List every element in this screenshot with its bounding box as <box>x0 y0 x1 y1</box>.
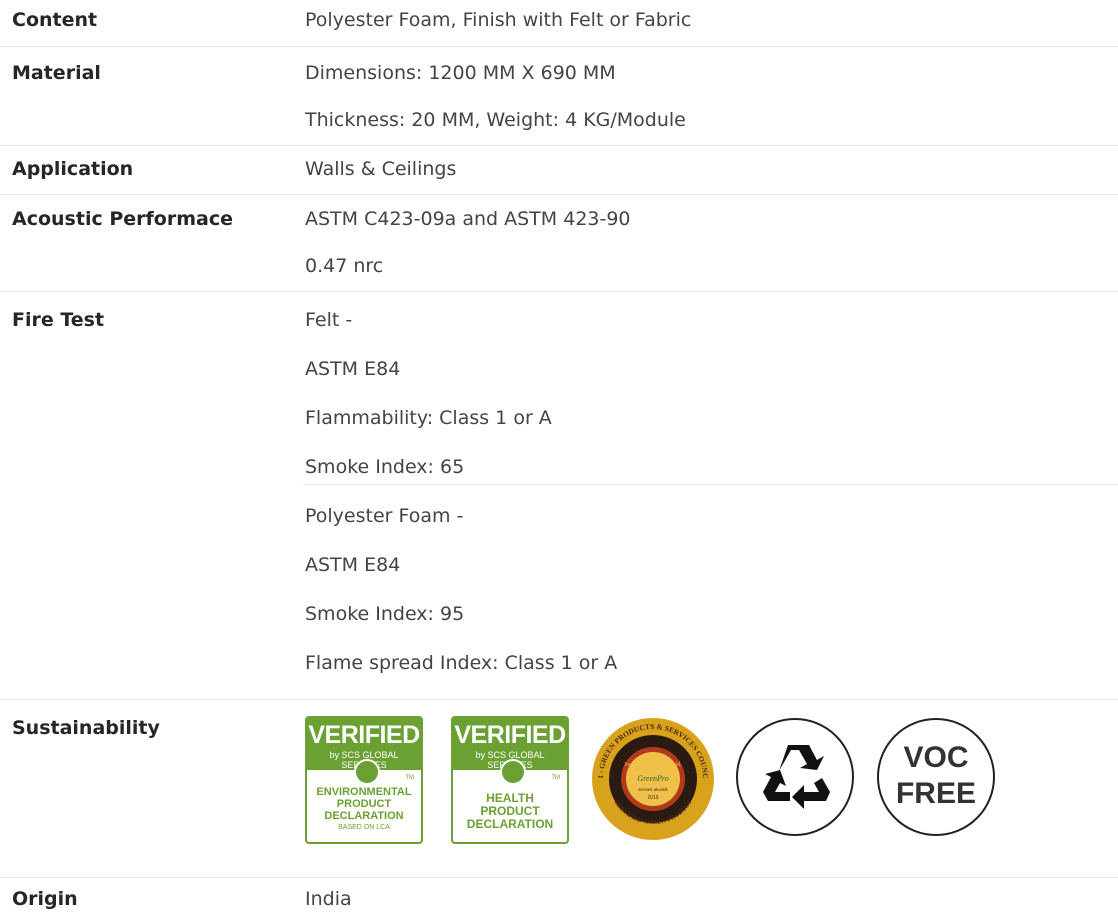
spec-row-material: Material Dimensions: 1200 MM X 690 MM Th… <box>0 47 1118 146</box>
row-label: Sustainability <box>12 717 160 739</box>
row-value: Polyester Foam, Finish with Felt or Fabr… <box>305 9 692 31</box>
row-value: Flammability: Class 1 or A <box>305 407 552 429</box>
row-label: Acoustic Performace <box>12 208 233 230</box>
trademark: TM <box>405 775 414 781</box>
row-label: Fire Test <box>12 309 105 331</box>
spec-row-content: Content Polyester Foam, Finish with Felt… <box>0 0 1118 47</box>
row-label: Material <box>12 62 101 84</box>
epd-verified-badge: VERIFIED by SCS GLOBAL SERVICES TM ENVIR… <box>305 716 423 844</box>
row-value: Thickness: 20 MM, Weight: 4 KG/Module <box>305 109 686 131</box>
row-value: ASTM E84 <box>305 358 401 380</box>
badge-note: BASED ON LCA <box>338 824 390 831</box>
row-value: India <box>305 888 352 910</box>
row-label: Origin <box>12 888 78 910</box>
row-value: Felt - <box>305 309 353 331</box>
trademark: TM <box>551 775 560 781</box>
row-label: Application <box>12 158 134 180</box>
row-value: Smoke Index: 65 <box>305 456 465 478</box>
row-values: Polyester Foam, Finish with Felt or Fabr… <box>305 9 1118 31</box>
row-value: Dimensions: 1200 MM X 690 MM <box>305 62 616 84</box>
spec-row-application: Application Walls & Ceilings <box>0 146 1118 195</box>
bird-leaf-icon <box>500 759 526 785</box>
bird-leaf-icon <box>354 759 380 785</box>
row-values: Walls & Ceilings <box>305 158 1118 180</box>
badge-line: ENVIRONMENTAL <box>316 786 412 798</box>
badge-title: VERIFIED <box>454 721 566 749</box>
voc-free-badge: VOC FREE <box>877 718 995 836</box>
voc-line: VOC <box>903 741 969 774</box>
spec-row-origin: Origin India <box>0 878 1118 914</box>
spec-row-fire-test: Fire Test Felt - ASTM E84 Flammability: … <box>0 292 1118 700</box>
row-value: 0.47 nrc <box>305 255 384 277</box>
badge-line: PRODUCT <box>336 798 392 810</box>
recycle-icon <box>763 745 830 809</box>
row-value: Flame spread Index: Class 1 or A <box>305 652 618 674</box>
voc-line: FREE <box>895 777 976 810</box>
row-value: Polyester Foam - <box>305 505 464 527</box>
cii-green-product-seal: CII - GREEN PRODUCTS & SERVICES COUNCIL … <box>587 709 716 842</box>
badge-line: DECLARATION <box>466 817 554 831</box>
row-value: Walls & Ceilings <box>305 158 457 180</box>
badge-line: DECLARATION <box>324 810 404 822</box>
spec-row-sustainability: Sustainability VERIFIED by SCS GLOBAL SE… <box>0 700 1118 878</box>
seal-icon: CII - GREEN PRODUCTS & SERVICES COUNCIL … <box>587 709 714 840</box>
spec-row-acoustic: Acoustic Performace ASTM C423-09a and AS… <box>0 195 1118 292</box>
spec-table: Content Polyester Foam, Finish with Felt… <box>0 0 1118 914</box>
recycle-badge <box>736 718 854 836</box>
seal-company: Senses Akustik Pvt Ltd. <box>624 762 682 768</box>
hpd-verified-badge: VERIFIED by SCS GLOBAL SERVICES TM HEALT… <box>451 716 569 844</box>
badge-title: VERIFIED <box>308 721 420 749</box>
sub-divider <box>303 484 1118 485</box>
seal-year: 2019 <box>647 795 658 801</box>
seal-inner-text: senses akustik <box>638 787 668 792</box>
row-value: Smoke Index: 95 <box>305 603 465 625</box>
seal-logo: GreenPro <box>637 774 668 783</box>
row-label: Content <box>12 9 98 31</box>
row-value: ASTM E84 <box>305 554 401 576</box>
row-values: India <box>305 888 1118 910</box>
row-value: ASTM C423-09a and ASTM 423-90 <box>305 208 631 230</box>
